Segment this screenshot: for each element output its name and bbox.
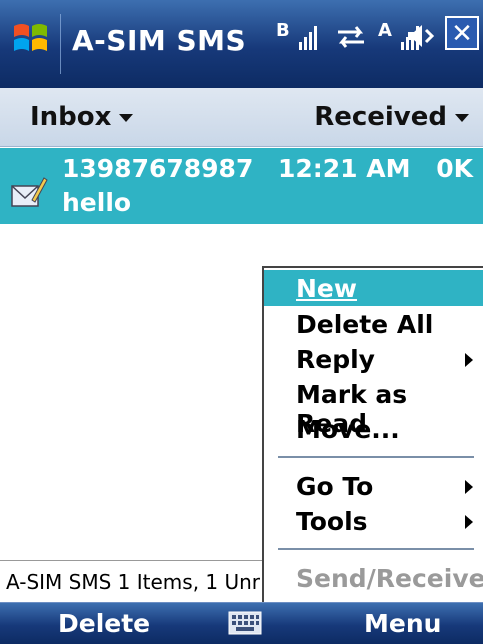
status-bar: A-SIM SMS 1 Items, 1 Unr (0, 560, 306, 603)
softkey-bar: Delete Menu (0, 602, 483, 644)
app-title: A-SIM SMS (72, 24, 247, 57)
menu-item-label: Go To (296, 472, 374, 501)
volume-icon[interactable] (406, 22, 438, 50)
submenu-arrow-icon (465, 480, 473, 494)
list-header: Inbox Received (0, 88, 483, 147)
sim-b-label: B (276, 20, 290, 41)
message-read-icon (11, 177, 48, 207)
windows-start-icon[interactable] (12, 20, 50, 58)
menu-item-mark-as-read[interactable]: Mark as Read (264, 376, 483, 438)
menu-item-label: Reply (296, 345, 375, 374)
delete-softkey[interactable]: Delete (58, 609, 150, 638)
sort-label: Received (314, 102, 447, 132)
title-divider (60, 14, 61, 74)
menu-item-label: Move... (296, 415, 400, 444)
menu-item-label: Send/Receive (296, 564, 483, 593)
menu-item-label-text: New (296, 274, 357, 303)
close-icon: ✕ (451, 19, 473, 49)
submenu-arrow-icon (465, 515, 473, 529)
sim-b-signal-icon[interactable]: B (276, 20, 317, 50)
message-sender: 13987678987 (62, 154, 254, 183)
submenu-arrow-icon (465, 353, 473, 367)
menu-item-label: Tools (296, 507, 368, 536)
menu-softkey[interactable]: Menu (364, 609, 441, 638)
menu-item-delete-all[interactable]: Delete All (264, 306, 483, 342)
menu-item-reply[interactable]: Reply (264, 341, 483, 377)
keyboard-icon[interactable] (228, 611, 262, 635)
menu-separator (278, 456, 474, 458)
title-bar: A-SIM SMS B A ✕ (0, 0, 483, 88)
menu-item-go-to[interactable]: Go To (264, 468, 483, 504)
folder-label: Inbox (30, 102, 112, 132)
message-time: 12:21 AM (278, 154, 411, 183)
sim-a-label: A (378, 20, 392, 41)
folder-dropdown[interactable]: Inbox (30, 102, 134, 132)
sync-arrows-icon[interactable] (334, 24, 368, 50)
close-button[interactable]: ✕ (445, 16, 479, 50)
menu-item-move[interactable]: Move... (264, 411, 483, 447)
menu-item-label: Delete All (296, 310, 434, 339)
menu-item-label: New (296, 274, 357, 303)
message-row[interactable]: 13987678987 12:21 AM 0K hello (0, 148, 483, 224)
context-menu: New Delete All Reply Mark as Read Move..… (262, 266, 483, 604)
menu-item-tools[interactable]: Tools (264, 503, 483, 539)
menu-separator (278, 548, 474, 550)
chevron-down-icon (119, 113, 134, 122)
sort-dropdown[interactable]: Received (314, 102, 469, 132)
message-preview: hello (62, 188, 132, 217)
message-size: 0K (436, 154, 473, 183)
chevron-down-icon (455, 113, 469, 122)
menu-item-new[interactable]: New (264, 270, 483, 306)
menu-item-send-receive: Send/Receive (264, 560, 483, 596)
